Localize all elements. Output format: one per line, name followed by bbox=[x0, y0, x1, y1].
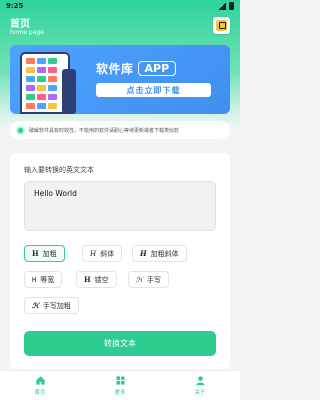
outline-icon: H bbox=[84, 275, 91, 284]
banner-title-text: 软件库 bbox=[96, 62, 134, 76]
home-icon bbox=[35, 376, 45, 385]
monospace-icon: H bbox=[32, 275, 37, 284]
grid-icon bbox=[115, 376, 125, 385]
convert-button[interactable]: 转换文本 bbox=[24, 331, 216, 356]
tab-label: 更多 bbox=[114, 390, 126, 396]
style-label: 等宽 bbox=[40, 275, 55, 284]
converter-card: 输入要转换的英文文本 Hello World H 加粗 H 斜体 H 加粗斜体 … bbox=[10, 153, 230, 369]
style-label: 镂空 bbox=[94, 275, 109, 284]
page-title: 首页 bbox=[10, 19, 30, 30]
style-label: 斜体 bbox=[100, 249, 115, 258]
app-logo bbox=[213, 17, 230, 34]
style-button-script[interactable]: ℋ 手写 bbox=[128, 271, 169, 288]
status-time: 9:25 bbox=[6, 2, 24, 10]
battery-icon bbox=[229, 2, 234, 10]
status-bar: 9:25 bbox=[0, 0, 240, 12]
style-button-bold[interactable]: H 加粗 bbox=[24, 245, 65, 262]
style-label: 手写加粗 bbox=[42, 301, 71, 310]
bold-icon: H bbox=[32, 249, 39, 258]
bold-script-icon: ℋ bbox=[32, 301, 39, 310]
tab-label: 首页 bbox=[34, 390, 46, 396]
bold-italic-icon: H bbox=[140, 249, 147, 258]
banner-title: 软件库 APP bbox=[96, 60, 177, 77]
style-label: 加粗 bbox=[42, 249, 57, 258]
tab-about[interactable]: 关于 bbox=[160, 371, 240, 400]
bottom-tabbar: 首页 更多 关于 bbox=[0, 370, 240, 400]
status-icons bbox=[218, 2, 234, 10]
script-icon: ℋ bbox=[136, 275, 143, 284]
style-button-bold-script[interactable]: ℋ 手写加粗 bbox=[24, 297, 79, 314]
italic-icon: H bbox=[90, 249, 97, 258]
text-input[interactable]: Hello World bbox=[24, 181, 216, 231]
page-subtitle: home page bbox=[10, 29, 44, 36]
banner-download-button[interactable]: 点击立即下载 bbox=[96, 83, 211, 97]
signal-icon bbox=[218, 2, 226, 10]
phone-stand-illustration bbox=[62, 69, 76, 114]
style-button-bold-italic[interactable]: H 加粗斜体 bbox=[132, 245, 187, 262]
input-label: 输入要转换的英文文本 bbox=[24, 166, 94, 174]
style-button-italic[interactable]: H 斜体 bbox=[82, 245, 123, 262]
notice-icon bbox=[16, 125, 25, 135]
notice-bar: 破解软件具有时效性，不能用的软件请耐心等待更新或者下载类似软 bbox=[10, 121, 230, 139]
style-label: 手写 bbox=[146, 275, 161, 284]
tab-label: 关于 bbox=[194, 390, 206, 396]
tab-home[interactable]: 首页 bbox=[0, 371, 80, 400]
download-banner[interactable]: 软件库 APP 点击立即下载 bbox=[10, 45, 230, 114]
notice-text: 破解软件具有时效性，不能用的软件请耐心等待更新或者下载类似软 bbox=[29, 127, 180, 134]
banner-app-tag: APP bbox=[137, 61, 177, 76]
style-button-monospace[interactable]: H 等宽 bbox=[24, 271, 63, 288]
user-icon bbox=[195, 376, 205, 386]
style-label: 加粗斜体 bbox=[150, 249, 179, 258]
style-button-outline[interactable]: H 镂空 bbox=[76, 271, 117, 288]
tab-more[interactable]: 更多 bbox=[80, 371, 160, 400]
